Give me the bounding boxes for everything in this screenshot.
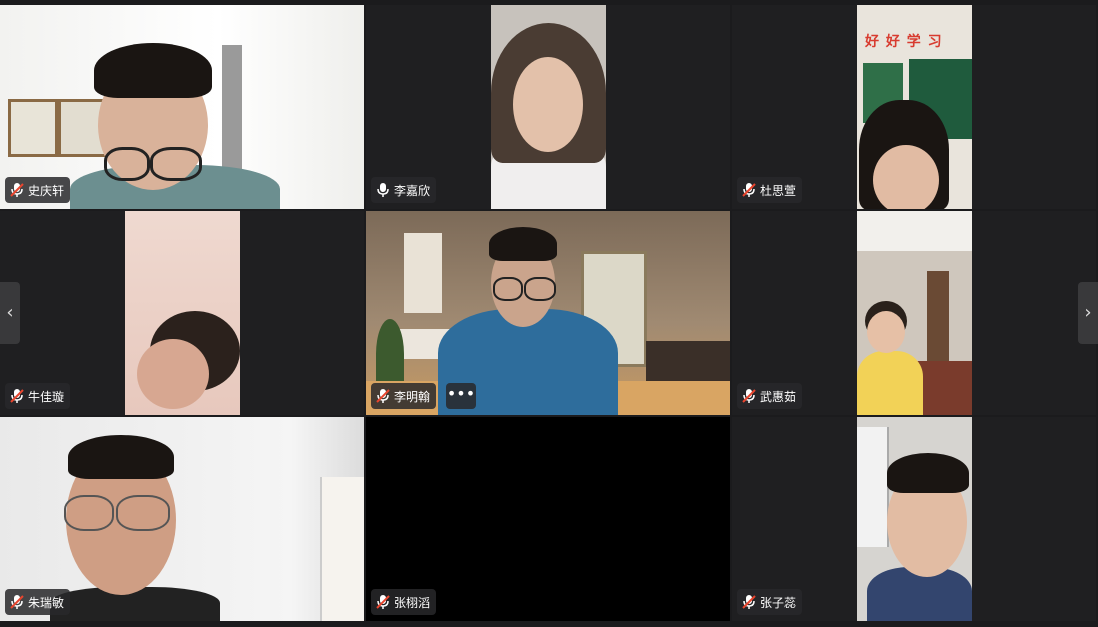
mic-muted-icon (741, 594, 757, 610)
video-tile-5-active[interactable]: 李明翰 ••• (366, 211, 730, 415)
mic-muted-icon (9, 388, 25, 404)
participant-tag: 牛佳璇 (5, 383, 71, 409)
more-options-button[interactable]: ••• (446, 383, 476, 409)
participant-tag: 张子蕊 (737, 589, 803, 615)
mic-icon (375, 182, 391, 198)
participant-tag: 武惠茹 (737, 383, 803, 409)
floor (917, 361, 972, 415)
ceiling (857, 211, 972, 251)
participant-name: 李嘉欣 (394, 183, 431, 198)
participant-name: 李明翰 (394, 389, 431, 404)
mic-muted-icon (9, 594, 25, 610)
participant-name: 杜思萱 (760, 183, 797, 198)
classroom-sign: 好 好 学 习 (865, 34, 943, 50)
video-tile-8-camera-off[interactable]: 张栩滔 (366, 417, 730, 621)
participant-tag: 李明翰 (371, 383, 437, 409)
mic-muted-icon (741, 182, 757, 198)
participant-name: 武惠茹 (760, 389, 797, 404)
mic-muted-icon (375, 388, 391, 404)
participant-tag: 李嘉欣 (371, 177, 437, 203)
prev-page-button[interactable]: ‹ (0, 282, 20, 344)
participant-tag: 史庆轩 (5, 177, 71, 203)
participant-name: 张子蕊 (760, 595, 797, 610)
participant-tag: 杜思萱 (737, 177, 803, 203)
video-feed (125, 211, 240, 415)
video-tile-4[interactable]: 牛佳璇 (0, 211, 364, 415)
video-feed (857, 417, 972, 621)
window (857, 427, 889, 547)
participant-tag: 张栩滔 (371, 589, 437, 615)
mic-muted-icon (375, 594, 391, 610)
bookshelf (927, 271, 949, 361)
video-feed: 好 好 学 习 (857, 5, 972, 209)
participant-name: 朱瑞敏 (28, 595, 65, 610)
video-feed (491, 5, 606, 209)
participant-name: 张栩滔 (394, 595, 431, 610)
shelf (222, 45, 242, 185)
video-tile-3[interactable]: 好 好 学 习 杜思萱 (732, 5, 1096, 209)
video-tile-2[interactable]: 李嘉欣 (366, 5, 730, 209)
mic-muted-icon (741, 388, 757, 404)
participant-name: 牛佳璇 (28, 389, 65, 404)
next-page-button[interactable]: › (1078, 282, 1098, 344)
video-tile-6[interactable]: 武惠茹 (732, 211, 1096, 415)
video-grid: 史庆轩 李嘉欣 好 好 学 习 杜思萱 牛佳璇 李明翰 ••• 武惠茹 朱瑞敏 … (0, 5, 1098, 623)
participant-tag: 朱瑞敏 (5, 589, 71, 615)
video-feed (857, 211, 972, 415)
plant (376, 319, 404, 389)
video-tile-7[interactable]: 朱瑞敏 (0, 417, 364, 621)
video-tile-9[interactable]: 张子蕊 (732, 417, 1096, 621)
wall-frame (8, 99, 58, 157)
video-tile-1[interactable]: 史庆轩 (0, 5, 364, 209)
mic-muted-icon (9, 182, 25, 198)
door (320, 477, 364, 621)
wall-art (404, 233, 442, 313)
participant-name: 史庆轩 (28, 183, 65, 198)
